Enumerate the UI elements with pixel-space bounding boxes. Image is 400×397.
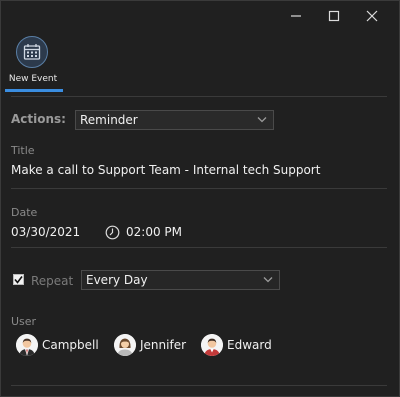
new-event-label: New Event xyxy=(8,74,58,84)
title-divider xyxy=(11,188,387,189)
close-button[interactable] xyxy=(359,5,385,27)
chevron-down-icon xyxy=(263,277,273,283)
user-name: Campbell xyxy=(42,338,99,352)
actions-label: Actions: xyxy=(11,112,66,126)
male-avatar-icon xyxy=(16,334,38,356)
date-value[interactable]: 03/30/2021 xyxy=(11,225,80,239)
chevron-down-icon xyxy=(257,117,267,123)
minimize-button[interactable] xyxy=(283,5,309,27)
ribbon: New Event xyxy=(1,31,399,92)
actions-value: Reminder xyxy=(80,113,138,127)
maximize-icon xyxy=(328,10,340,22)
repeat-label: Repeat xyxy=(31,274,74,288)
title-value[interactable]: Make a call to Support Team - Internal t… xyxy=(11,163,320,177)
user-name: Jennifer xyxy=(140,338,187,352)
user-campbell[interactable]: Campbell xyxy=(16,333,99,357)
actions-dropdown[interactable]: Reminder xyxy=(75,110,274,130)
date-label: Date xyxy=(11,206,38,219)
avatar xyxy=(16,334,38,356)
title-label: Title xyxy=(11,144,35,157)
title-bar xyxy=(1,1,399,31)
selected-indicator xyxy=(5,89,63,92)
maximize-button[interactable] xyxy=(321,5,347,27)
minimize-icon xyxy=(291,15,301,17)
avatar xyxy=(201,334,223,356)
clock-icon xyxy=(105,225,120,240)
female-avatar-icon xyxy=(114,334,136,356)
user-divider xyxy=(11,385,387,386)
new-event-icon-wrap xyxy=(16,36,48,68)
close-icon xyxy=(366,10,378,22)
male-avatar-icon xyxy=(201,334,223,356)
user-edward[interactable]: Edward xyxy=(201,333,272,357)
repeat-dropdown[interactable]: Every Day xyxy=(81,270,280,290)
new-event-button[interactable]: New Event xyxy=(5,36,63,92)
event-window: New Event Actions: Reminder Title Make a… xyxy=(0,0,400,397)
ribbon-divider xyxy=(11,96,387,97)
user-name: Edward xyxy=(227,338,272,352)
repeat-checkbox[interactable] xyxy=(13,274,24,285)
calendar-icon xyxy=(23,44,41,60)
checkmark-icon xyxy=(14,276,23,284)
user-label: User xyxy=(11,315,37,328)
user-jennifer[interactable]: Jennifer xyxy=(114,333,186,357)
date-divider xyxy=(11,247,387,248)
repeat-value: Every Day xyxy=(86,273,148,287)
avatar xyxy=(114,334,136,356)
time-value[interactable]: 02:00 PM xyxy=(126,225,182,239)
